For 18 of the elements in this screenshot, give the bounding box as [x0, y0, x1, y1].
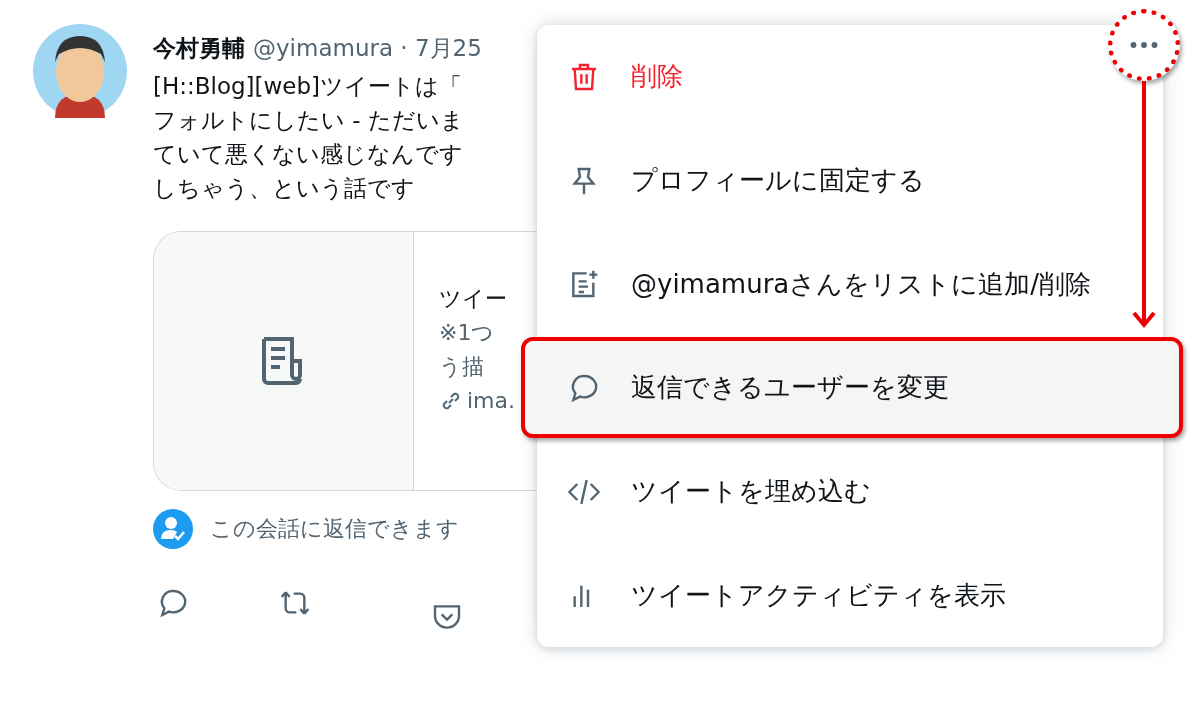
tweet-text: フォルトにしたい - ただいま	[153, 106, 464, 135]
handle-date: @yimamura · 7月25	[253, 34, 482, 63]
user-check-icon	[153, 509, 193, 549]
menu-item[interactable]: 削除	[537, 25, 1097, 129]
more-icon	[1130, 41, 1158, 49]
author-name[interactable]: 今村勇輔	[153, 33, 245, 64]
menu-item[interactable]: プロフィールに固定する	[537, 128, 1097, 233]
card-title: ツイー	[439, 285, 507, 313]
tweet-text: [H::Blog][web]ツイートは「	[153, 72, 463, 101]
reply-notice: この会話に返信できます	[210, 515, 459, 543]
tweet-text: ていて悪くない感じなんです	[153, 140, 463, 169]
card-link[interactable]: ima.	[467, 384, 516, 418]
avatar[interactable]	[33, 24, 127, 118]
menu-item[interactable]: ツイートアクティビティを表示	[537, 543, 1097, 648]
tweet-text: しちゃう、という話です	[153, 174, 415, 203]
card-description: う描	[439, 353, 484, 381]
more-button[interactable]	[1108, 9, 1180, 81]
card-description: ※1つ	[439, 319, 495, 347]
